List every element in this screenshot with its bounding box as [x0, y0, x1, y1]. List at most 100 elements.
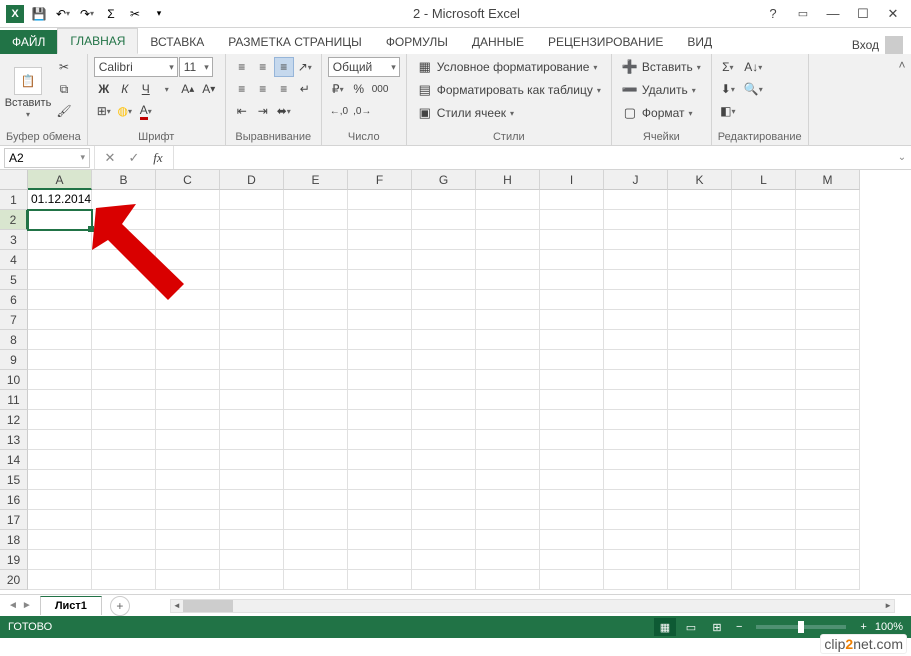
- row-header[interactable]: 7: [0, 310, 28, 330]
- cell[interactable]: [476, 270, 540, 290]
- cell[interactable]: [92, 410, 156, 430]
- cell[interactable]: [476, 510, 540, 530]
- cell[interactable]: [604, 210, 668, 230]
- undo-icon[interactable]: ↶: [52, 3, 74, 25]
- cell[interactable]: [604, 270, 668, 290]
- cell[interactable]: [220, 490, 284, 510]
- column-header[interactable]: E: [284, 170, 348, 190]
- cell[interactable]: [476, 210, 540, 230]
- cell[interactable]: [156, 410, 220, 430]
- zoom-slider[interactable]: [756, 625, 846, 629]
- cell[interactable]: [284, 230, 348, 250]
- cell[interactable]: [668, 330, 732, 350]
- cell[interactable]: [476, 290, 540, 310]
- cell[interactable]: [476, 430, 540, 450]
- zoom-out-button[interactable]: −: [732, 621, 746, 633]
- cell[interactable]: [476, 370, 540, 390]
- cell[interactable]: [540, 350, 604, 370]
- fill-color-icon[interactable]: ◍: [115, 101, 135, 121]
- align-middle-icon[interactable]: ≡: [253, 57, 273, 77]
- cell[interactable]: [796, 510, 860, 530]
- conditional-formatting-button[interactable]: ▦Условное форматирование: [413, 57, 605, 77]
- cell[interactable]: [220, 530, 284, 550]
- cell[interactable]: [92, 530, 156, 550]
- cell[interactable]: [92, 330, 156, 350]
- cell[interactable]: [796, 390, 860, 410]
- cell[interactable]: [412, 250, 476, 270]
- cell[interactable]: [220, 450, 284, 470]
- cell[interactable]: [28, 410, 92, 430]
- column-header[interactable]: K: [668, 170, 732, 190]
- cell[interactable]: [540, 310, 604, 330]
- cell[interactable]: [284, 330, 348, 350]
- collapse-ribbon-icon[interactable]: ˄: [893, 54, 911, 145]
- cell[interactable]: [92, 250, 156, 270]
- cell[interactable]: [540, 210, 604, 230]
- accounting-format-icon[interactable]: ₽: [328, 79, 348, 99]
- font-color-icon[interactable]: A: [136, 101, 156, 121]
- cell[interactable]: [348, 330, 412, 350]
- cell[interactable]: [156, 230, 220, 250]
- cell[interactable]: [476, 310, 540, 330]
- cell[interactable]: [540, 370, 604, 390]
- cell[interactable]: [732, 370, 796, 390]
- row-header[interactable]: 8: [0, 330, 28, 350]
- cell[interactable]: [348, 270, 412, 290]
- cell[interactable]: [732, 430, 796, 450]
- row-header[interactable]: 9: [0, 350, 28, 370]
- cell[interactable]: [668, 350, 732, 370]
- cell[interactable]: [796, 550, 860, 570]
- merge-cells-icon[interactable]: ⬌: [274, 101, 294, 121]
- cell[interactable]: [92, 390, 156, 410]
- cell[interactable]: [604, 530, 668, 550]
- cell[interactable]: [28, 490, 92, 510]
- cell[interactable]: [796, 490, 860, 510]
- cell[interactable]: [732, 270, 796, 290]
- tab-formulas[interactable]: ФОРМУЛЫ: [374, 30, 460, 54]
- cell[interactable]: [92, 430, 156, 450]
- decrease-decimal-icon[interactable]: ,0→: [351, 101, 373, 121]
- cell[interactable]: [604, 330, 668, 350]
- sheet-nav-next-icon[interactable]: ►: [22, 600, 32, 611]
- cell[interactable]: [156, 210, 220, 230]
- cell[interactable]: [668, 290, 732, 310]
- cell[interactable]: [348, 470, 412, 490]
- cell[interactable]: [28, 350, 92, 370]
- redo-icon[interactable]: ↷: [76, 3, 98, 25]
- cell[interactable]: [156, 530, 220, 550]
- cell[interactable]: [604, 290, 668, 310]
- cell[interactable]: [348, 390, 412, 410]
- cell[interactable]: [156, 430, 220, 450]
- maximize-button[interactable]: ☐: [849, 4, 877, 24]
- cell[interactable]: [796, 530, 860, 550]
- cell[interactable]: [28, 430, 92, 450]
- column-header[interactable]: M: [796, 170, 860, 190]
- ribbon-display-icon[interactable]: ▭: [789, 4, 817, 24]
- cell[interactable]: [220, 370, 284, 390]
- cell[interactable]: [668, 370, 732, 390]
- fill-handle[interactable]: [88, 226, 94, 232]
- sum-quick-icon[interactable]: Σ: [100, 3, 122, 25]
- autosum-icon[interactable]: Σ: [718, 57, 738, 77]
- cell[interactable]: [220, 290, 284, 310]
- cell[interactable]: [540, 230, 604, 250]
- cell[interactable]: [476, 470, 540, 490]
- cell[interactable]: [412, 290, 476, 310]
- cell[interactable]: [220, 310, 284, 330]
- align-bottom-icon[interactable]: ≡: [274, 57, 294, 77]
- cell[interactable]: [348, 530, 412, 550]
- login-link[interactable]: Вход: [852, 38, 879, 52]
- cell[interactable]: [732, 250, 796, 270]
- cell[interactable]: [284, 270, 348, 290]
- cell[interactable]: [348, 210, 412, 230]
- cell[interactable]: [796, 290, 860, 310]
- cell[interactable]: [540, 330, 604, 350]
- row-header[interactable]: 10: [0, 370, 28, 390]
- cell[interactable]: [668, 430, 732, 450]
- column-header[interactable]: H: [476, 170, 540, 190]
- increase-indent-icon[interactable]: ⇥: [253, 101, 273, 121]
- cell[interactable]: [540, 550, 604, 570]
- cell[interactable]: [412, 410, 476, 430]
- column-header[interactable]: A: [28, 170, 92, 190]
- cell[interactable]: [604, 350, 668, 370]
